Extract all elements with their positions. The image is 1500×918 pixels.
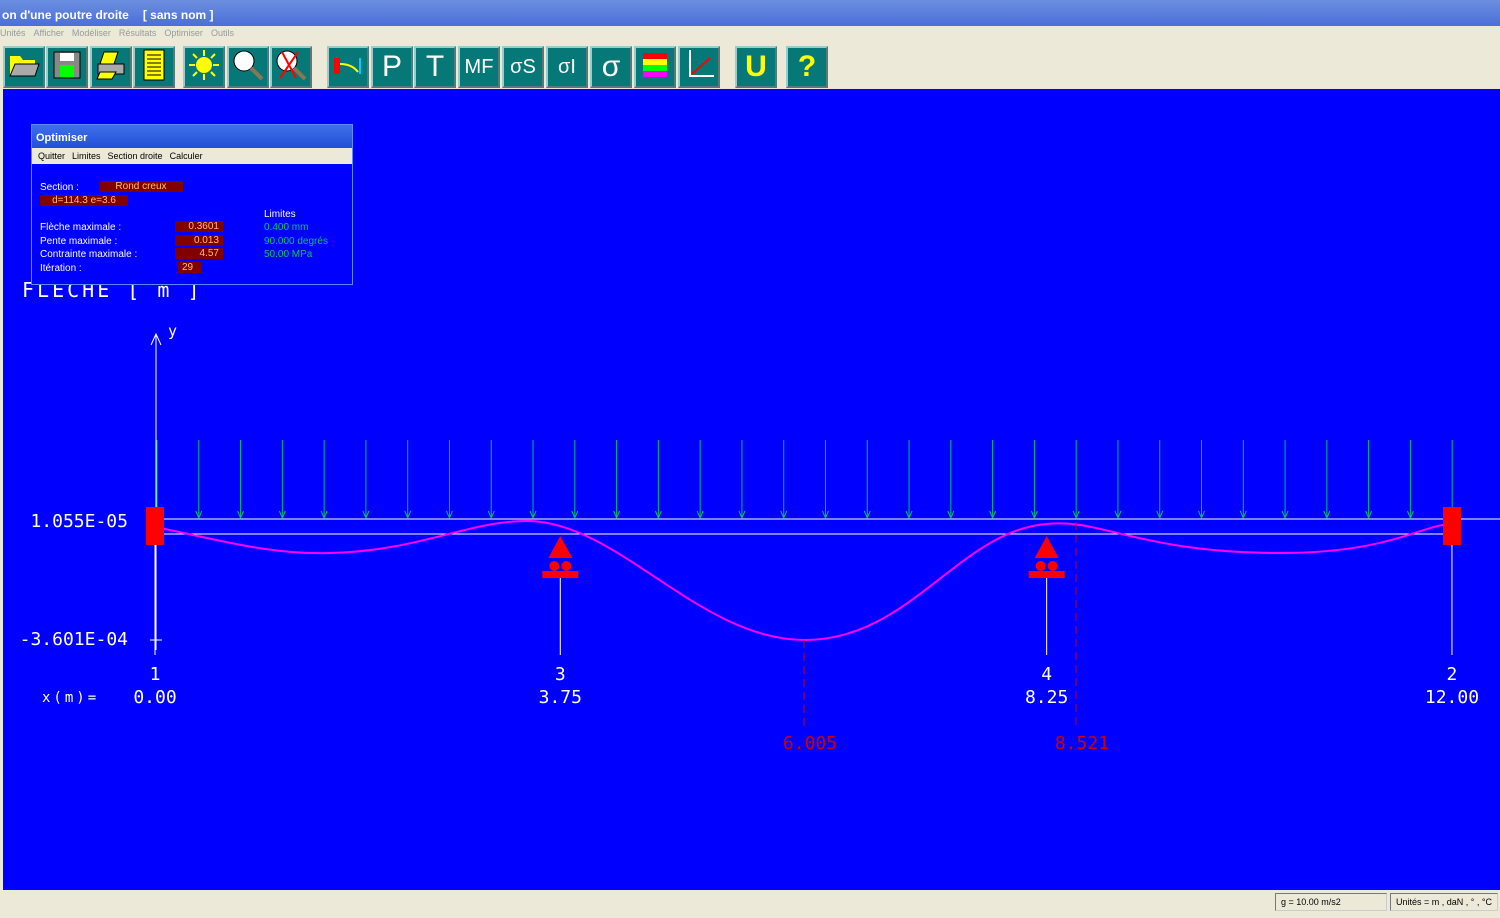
- t-button[interactable]: T: [414, 46, 456, 88]
- sun-icon: [187, 48, 221, 87]
- zoom-icon: [231, 48, 265, 87]
- row-value: 0.3601: [175, 221, 223, 232]
- sun-button[interactable]: [183, 46, 225, 88]
- node-id: 4: [1041, 664, 1052, 685]
- sigma-i-button[interactable]: σI: [546, 46, 588, 88]
- zoom-button[interactable]: [227, 46, 269, 88]
- mf-button[interactable]: MF: [458, 46, 500, 88]
- row-limit: 90.000 degrés: [264, 235, 328, 247]
- sigma-s-icon: σS: [510, 55, 536, 78]
- section-dims: d=114.3 e=3.6: [40, 195, 128, 206]
- section-label: Section :: [40, 182, 79, 193]
- deflection-curve: [154, 519, 1453, 642]
- sigma-s-button[interactable]: σS: [502, 46, 544, 88]
- gravity-status: g = 10.00 m/s2: [1275, 893, 1387, 911]
- deflection-icon: [331, 50, 365, 85]
- dialog-menu-item[interactable]: Calculer: [170, 151, 203, 161]
- roller-support-icon: [1034, 536, 1059, 558]
- y-min-label: -3.601E-04: [20, 629, 128, 650]
- section-value[interactable]: Rond creux: [99, 181, 183, 192]
- units-status: Unités = m , daN , ° , °C: [1390, 893, 1498, 911]
- color-scale-icon: [640, 50, 670, 85]
- row-label: Pente maximale :: [40, 235, 118, 247]
- node-id: 1: [150, 664, 161, 685]
- fixed-support-icon: [1442, 507, 1461, 545]
- support-base-icon: [542, 571, 579, 578]
- p-icon: P: [381, 50, 402, 83]
- node-x: 3.75: [539, 687, 582, 708]
- dialog-menu: Quitter Limites Section droite Calculer: [32, 148, 352, 164]
- roller-icon: [561, 561, 572, 571]
- node-id: 3: [555, 664, 566, 685]
- print-button[interactable]: [90, 46, 132, 88]
- sigma-button[interactable]: σ: [590, 46, 632, 88]
- dialog-menu-item[interactable]: Limites: [72, 151, 101, 161]
- row-limit: 0.400 mm: [264, 222, 309, 233]
- node-x: 12.00: [1425, 687, 1479, 708]
- help-icon: ?: [797, 50, 817, 83]
- menu-2[interactable]: Modéliser: [72, 28, 111, 38]
- open-folder-icon: [7, 50, 41, 85]
- zoom-cancel-icon: [274, 48, 308, 87]
- document-icon: [142, 49, 166, 86]
- title-bar: on d'une poutre droite [ sans nom ]: [0, 0, 1500, 26]
- print-icon: [94, 50, 128, 85]
- row-label: Contrainte maximale :: [40, 249, 138, 260]
- menu-0[interactable]: Unités: [0, 28, 26, 38]
- node-x: 0.00: [133, 687, 176, 708]
- row-limit: 50.00 MPa: [264, 249, 313, 260]
- graph-button[interactable]: [678, 46, 720, 88]
- status-bar: g = 10.00 m/s2 Unités = m , daN , ° , °C: [0, 891, 1500, 918]
- row-label: Flèche maximale :: [40, 222, 122, 233]
- color-scale-button[interactable]: [634, 46, 676, 88]
- menu-3[interactable]: Résultats: [119, 28, 157, 38]
- graph-icon: [682, 48, 716, 87]
- row-label: Itération :: [40, 262, 82, 274]
- save-icon: [52, 50, 82, 85]
- p-button[interactable]: P: [371, 46, 413, 88]
- node-id: 2: [1447, 664, 1458, 685]
- toolbar: P T MF σS σI σ U?: [0, 44, 1500, 90]
- extremum-x: 6.005: [783, 733, 837, 754]
- menu-1[interactable]: Afficher: [34, 28, 64, 38]
- row-value: 4.57: [175, 248, 223, 259]
- roller-icon: [549, 561, 560, 571]
- document-name: [ sans nom ]: [142, 8, 214, 22]
- extremum-x: 8.521: [1055, 733, 1109, 754]
- row-value: 29: [178, 261, 202, 273]
- optimiser-dialog: Optimiser Quitter Limites Section droite Ca…: [31, 124, 353, 285]
- open-folder-button[interactable]: [3, 46, 45, 88]
- sigma-i-icon: σI: [558, 55, 576, 78]
- y-max-label: 1.055E-05: [30, 511, 128, 532]
- menu-bar: Unités Afficher Modéliser Résultats Optimise…: [0, 26, 1500, 42]
- row-value: 0.013: [175, 234, 223, 246]
- limites-label: Limites: [264, 209, 296, 220]
- dialog-title: Optimiser: [32, 125, 352, 148]
- save-button[interactable]: [46, 46, 88, 88]
- fixed-support-icon: [146, 507, 164, 545]
- roller-icon: [1035, 561, 1046, 571]
- document-button[interactable]: [133, 46, 175, 88]
- window-title: on d'une poutre droite: [2, 8, 129, 22]
- roller-support-icon: [548, 536, 573, 558]
- y-axis-label: y: [168, 322, 177, 340]
- zoom-cancel-button[interactable]: [270, 46, 312, 88]
- menu-5[interactable]: Outils: [211, 28, 234, 38]
- dialog-menu-item[interactable]: Quitter: [38, 151, 65, 161]
- deflection-button[interactable]: [327, 46, 369, 88]
- menu-4[interactable]: Optimiser: [164, 28, 203, 38]
- help-button[interactable]: ?: [786, 46, 828, 88]
- t-icon: T: [425, 50, 445, 83]
- dialog-menu-item[interactable]: Section droite: [108, 151, 163, 161]
- x-prefix-label: x(m)=: [42, 690, 99, 706]
- node-x: 8.25: [1025, 687, 1068, 708]
- roller-icon: [1047, 561, 1058, 571]
- u-button[interactable]: U: [735, 46, 777, 88]
- support-base-icon: [1028, 571, 1065, 578]
- sigma-icon: σ: [601, 50, 621, 83]
- mf-icon: MF: [464, 55, 494, 78]
- u-icon: U: [745, 50, 767, 83]
